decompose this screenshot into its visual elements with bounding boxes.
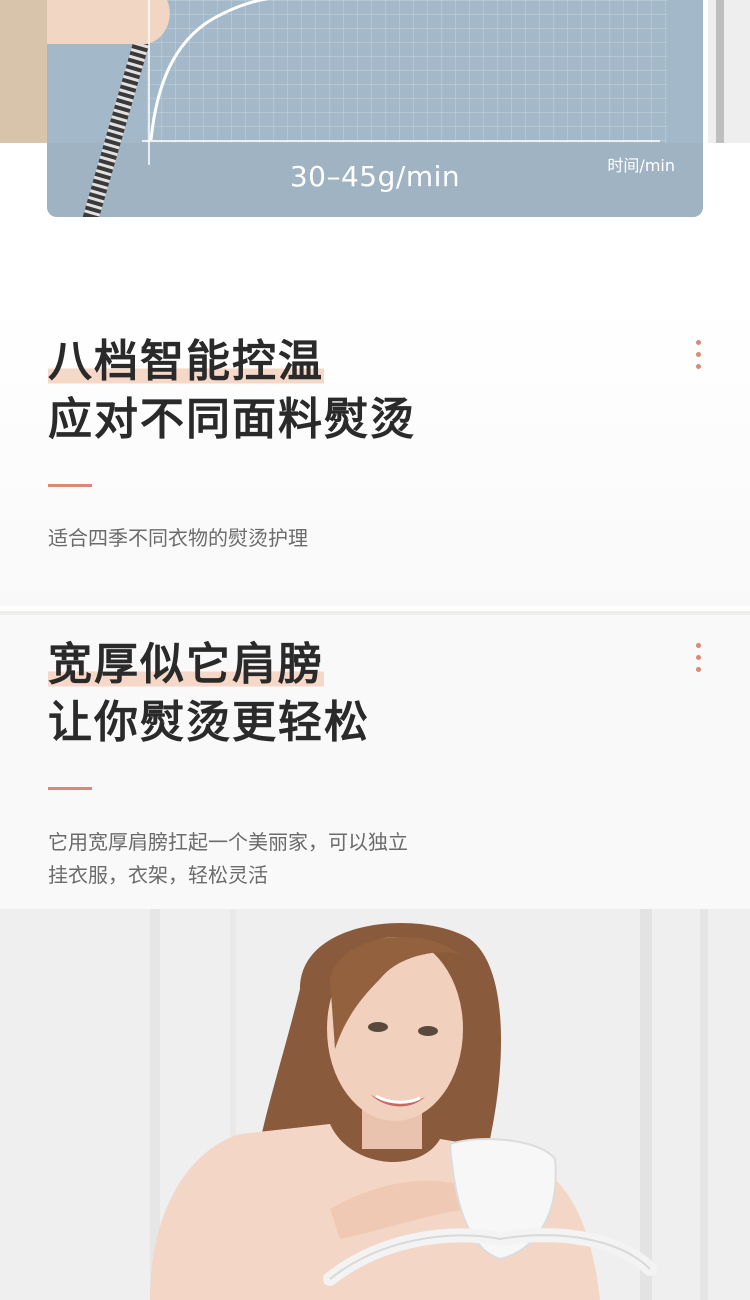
feature-temperature-control: 八档智能控温 应对不同面料熨烫 适合四季不同衣物的熨烫护理 — [0, 300, 750, 606]
steam-rate-label: 30–45g/min — [289, 160, 461, 193]
vertical-dots-icon — [696, 643, 704, 679]
product-lifestyle-photo — [0, 909, 750, 1300]
steam-output-banner: 30–45g/min 时间/min — [0, 0, 750, 260]
feature-wide-shoulder-hanger: 宽厚似它肩膀 让你熨烫更轻松 它用宽厚肩膀扛起一个美丽家，可以独立 挂衣服，衣架… — [0, 611, 750, 909]
accent-divider — [48, 484, 92, 487]
feature-description-line2: 挂衣服，衣架，轻松灵活 — [48, 863, 268, 887]
woman-with-steamer-illustration — [0, 909, 750, 1300]
time-axis-label: 时间/min — [607, 156, 675, 175]
vertical-dots-icon — [696, 340, 704, 376]
output-curve — [149, 0, 269, 141]
hand-holding-hose — [47, 0, 170, 44]
feature-title-line2: 让你熨烫更轻松 — [48, 697, 370, 748]
steamer-pole — [708, 0, 750, 143]
feature-title-line1: 宽厚似它肩膀 — [48, 637, 324, 693]
steam-rate-chart-card: 30–45g/min 时间/min — [47, 0, 703, 217]
feature-description-line1: 它用宽厚肩膀扛起一个美丽家，可以独立 — [48, 830, 408, 854]
background-wall — [0, 0, 48, 143]
accent-divider — [48, 787, 92, 790]
feature-description: 适合四季不同衣物的熨烫护理 — [48, 526, 308, 550]
feature-title-line1: 八档智能控温 — [48, 334, 324, 390]
feature-title-line2: 应对不同面料熨烫 — [48, 394, 416, 445]
